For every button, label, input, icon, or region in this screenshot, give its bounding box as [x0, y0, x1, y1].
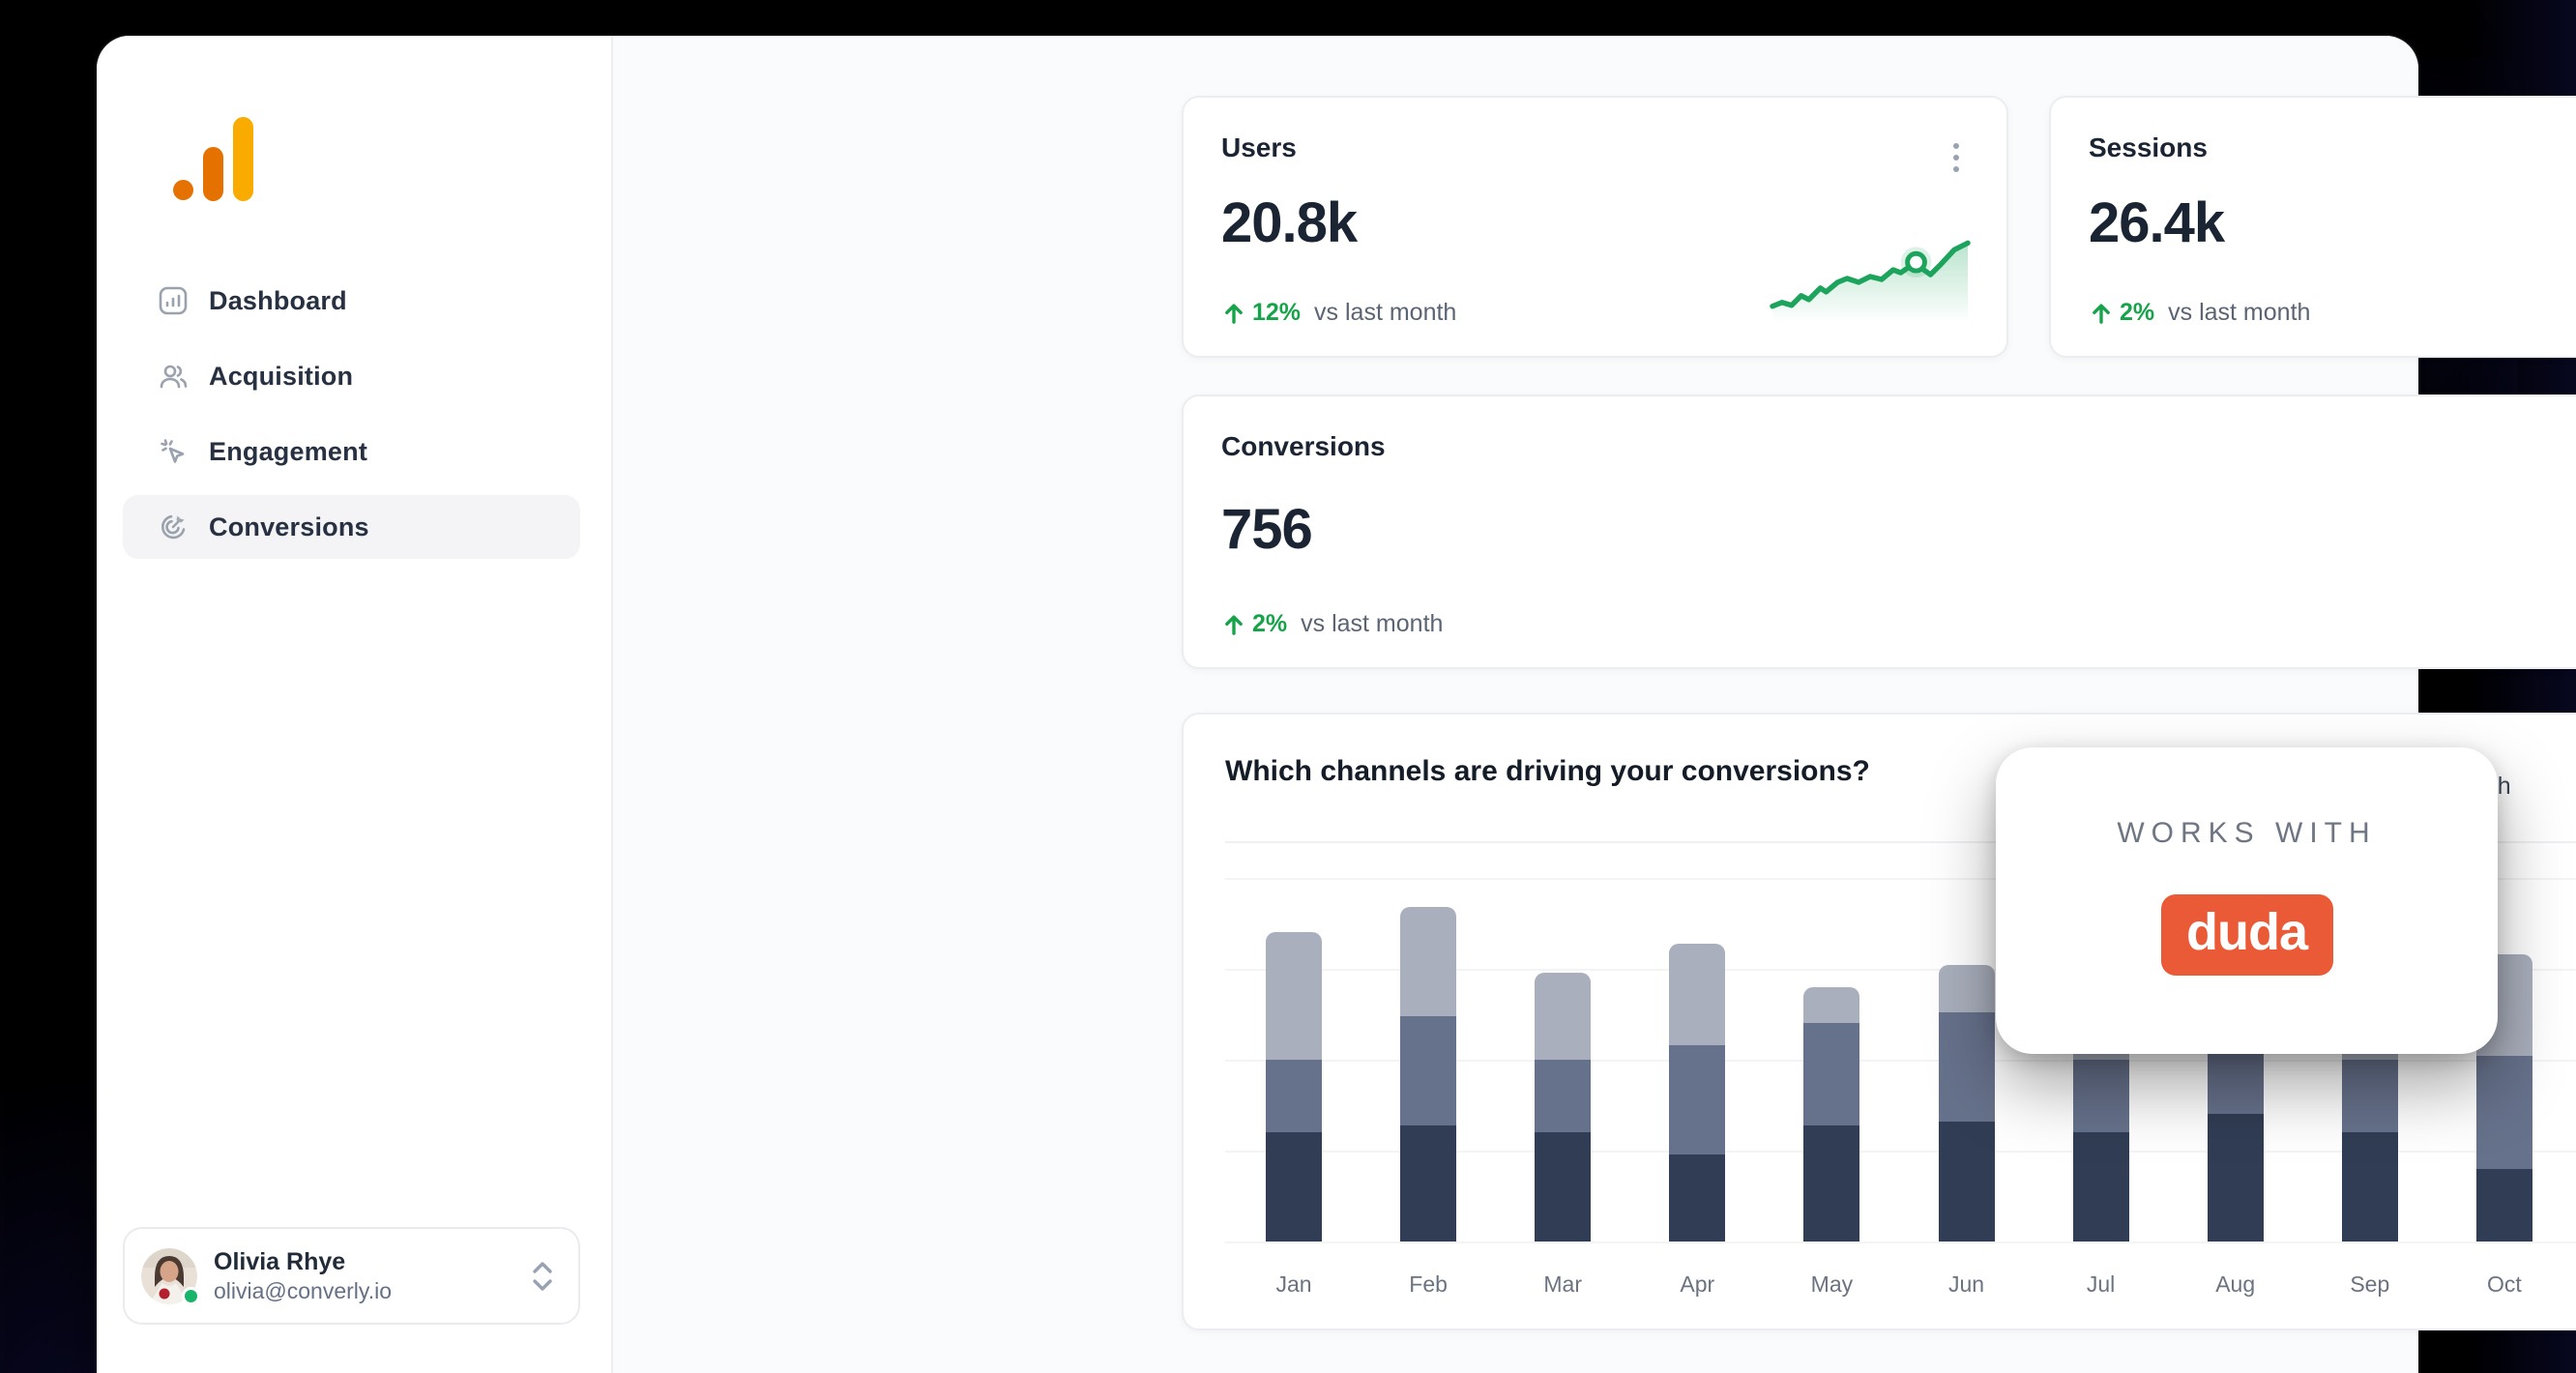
works-with-label: WORKS WITH — [2117, 817, 2376, 850]
sidebar-item-label: Dashboard — [209, 286, 347, 316]
kpi-value: 26.4k — [2089, 190, 2224, 255]
x-axis-tick-label: Feb — [1385, 1271, 1472, 1298]
stacked-bar-feb[interactable] — [1400, 907, 1456, 1242]
x-axis-tick-label: May — [1788, 1271, 1875, 1298]
sidebar-item-label: Conversions — [209, 512, 369, 542]
bar-segment — [2342, 1132, 2398, 1242]
goal-icon — [158, 511, 189, 542]
bar-segment — [2476, 1056, 2532, 1169]
screenshot-canvas: Dashboard Acquisition Engagement Convers… — [0, 0, 2576, 1373]
bar-segment — [1266, 1060, 1322, 1132]
x-axis-tick-label: Jul — [2058, 1271, 2145, 1298]
stacked-bar-apr[interactable] — [1669, 944, 1725, 1242]
avatar — [141, 1248, 197, 1304]
bar-segment — [1535, 1132, 1591, 1242]
bar-segment — [1939, 1122, 1995, 1242]
bar-segment — [1803, 1023, 1859, 1125]
bar-segment — [1400, 1016, 1456, 1125]
arrow-up-icon — [1221, 612, 1246, 637]
kpi-delta: 12% vs last month — [1221, 299, 1456, 327]
bar-segment — [1803, 1125, 1859, 1242]
sidebar-nav: Dashboard Acquisition Engagement Convers… — [123, 269, 580, 570]
bar-segment — [1400, 907, 1456, 1016]
kpi-value: 756 — [1221, 497, 1312, 562]
bar-segment — [1266, 1132, 1322, 1242]
bar-segment — [1266, 932, 1322, 1060]
x-axis-tick-label: Jan — [1250, 1271, 1337, 1298]
sidebar-item-label: Engagement — [209, 437, 367, 467]
duda-logo-text: duda — [2186, 902, 2307, 962]
sidebar-item-engagement[interactable]: Engagement — [123, 420, 580, 483]
x-axis-tick-label: Sep — [2327, 1271, 2414, 1298]
x-axis-tick-label: Oct — [2461, 1271, 2548, 1298]
stacked-bar-jun[interactable] — [1939, 965, 1995, 1242]
bar-segment — [1535, 1060, 1591, 1132]
bar-chart-icon — [158, 285, 189, 316]
kpi-title: Sessions — [2089, 132, 2208, 163]
online-dot — [182, 1287, 200, 1305]
kpi-card-conversions: Conversions 756 2% vs last month — [1182, 394, 2576, 669]
duda-logo: duda — [2161, 894, 2333, 976]
bar-segment — [2073, 1060, 2129, 1132]
bar-segment — [1669, 1045, 1725, 1154]
profile-card[interactable]: Olivia Rhye olivia@converly.io — [123, 1227, 580, 1325]
kpi-title: Users — [1221, 132, 1297, 163]
bar-segment — [2073, 1132, 2129, 1242]
app-window: Dashboard Acquisition Engagement Convers… — [97, 36, 2418, 1373]
bar-segment — [2342, 1060, 2398, 1132]
analytics-logo-icon — [173, 117, 250, 201]
kpi-delta: 2% vs last month — [1221, 610, 1443, 638]
stacked-bar-sep[interactable] — [2342, 1023, 2398, 1242]
bar-segment — [1939, 965, 1995, 1012]
kebab-menu-button[interactable] — [1935, 132, 1977, 183]
sidebar-item-conversions[interactable]: Conversions — [123, 495, 580, 559]
bar-segment — [2208, 1114, 2264, 1242]
arrow-up-icon — [2089, 301, 2114, 326]
bar-segment — [1400, 1125, 1456, 1242]
works-with-card: WORKS WITH duda — [1996, 747, 2498, 1054]
kpi-delta-pct: 2% — [1252, 610, 1287, 638]
stacked-bar-may[interactable] — [1803, 987, 1859, 1242]
x-axis-tick-label: Jun — [1923, 1271, 2010, 1298]
chart-title: Which channels are driving your conversi… — [1225, 755, 1870, 788]
stacked-bar-jan[interactable] — [1266, 932, 1322, 1242]
kpi-delta-pct: 12% — [1252, 299, 1301, 327]
profile-name: Olivia Rhye — [214, 1247, 530, 1277]
x-axis-tick-label: Apr — [1654, 1271, 1741, 1298]
arrow-up-icon — [1221, 301, 1246, 326]
profile-email: olivia@converly.io — [214, 1277, 530, 1305]
bar-segment — [1939, 1012, 1995, 1122]
stacked-bar-jul[interactable] — [2073, 1023, 2129, 1242]
sidebar-item-dashboard[interactable]: Dashboard — [123, 269, 580, 333]
kpi-delta-pct: 2% — [2120, 299, 2154, 327]
kpi-title: Conversions — [1221, 431, 1386, 462]
sidebar: Dashboard Acquisition Engagement Convers… — [97, 36, 613, 1373]
kpi-delta: 2% vs last month — [2089, 299, 2310, 327]
bar-segment — [1669, 1154, 1725, 1242]
kpi-delta-note: vs last month — [1301, 610, 1443, 638]
trend-sparkline — [1771, 234, 1972, 325]
x-axis-labels: JanFebMarAprMayJunJulAugSepOctNovDec — [1225, 1271, 2576, 1300]
users-icon — [158, 361, 189, 392]
gridline — [1225, 1242, 2576, 1243]
cursor-click-icon — [158, 436, 189, 467]
main-content: Users 20.8k 12% vs last month Sessions 2… — [613, 36, 2418, 1373]
chevron-selector-icon[interactable] — [530, 1259, 555, 1294]
bar-segment — [1535, 973, 1591, 1060]
bar-segment — [2476, 1169, 2532, 1242]
kpi-delta-note: vs last month — [1314, 299, 1456, 327]
x-axis-tick-label: Aug — [2192, 1271, 2279, 1298]
kpi-card-users: Users 20.8k 12% vs last month — [1182, 96, 2008, 358]
stacked-bar-mar[interactable] — [1535, 973, 1591, 1242]
bar-segment — [1803, 987, 1859, 1024]
sidebar-item-acquisition[interactable]: Acquisition — [123, 344, 580, 408]
bar-segment — [1669, 944, 1725, 1045]
kpi-delta-note: vs last month — [2168, 299, 2310, 327]
kpi-value: 20.8k — [1221, 190, 1357, 255]
kpi-card-sessions: Sessions 26.4k 2% vs last month — [2049, 96, 2576, 358]
x-axis-tick-label: Mar — [1519, 1271, 1606, 1298]
sidebar-item-label: Acquisition — [209, 362, 353, 392]
